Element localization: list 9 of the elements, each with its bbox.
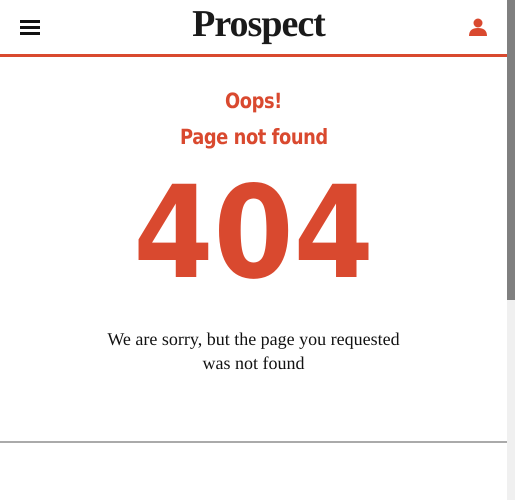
menu-icon[interactable] — [20, 19, 40, 35]
user-icon[interactable] — [468, 18, 487, 36]
scrollbar[interactable] — [507, 0, 515, 500]
error-code: 404 — [133, 179, 374, 289]
error-message: We are sorry, but the page you requested was not found — [106, 328, 401, 375]
scrollbar-thumb[interactable] — [507, 0, 515, 300]
error-title: Oops! — [225, 88, 282, 115]
error-subtitle: Page not found — [180, 124, 328, 151]
site-logo[interactable]: Prospect — [192, 5, 325, 49]
